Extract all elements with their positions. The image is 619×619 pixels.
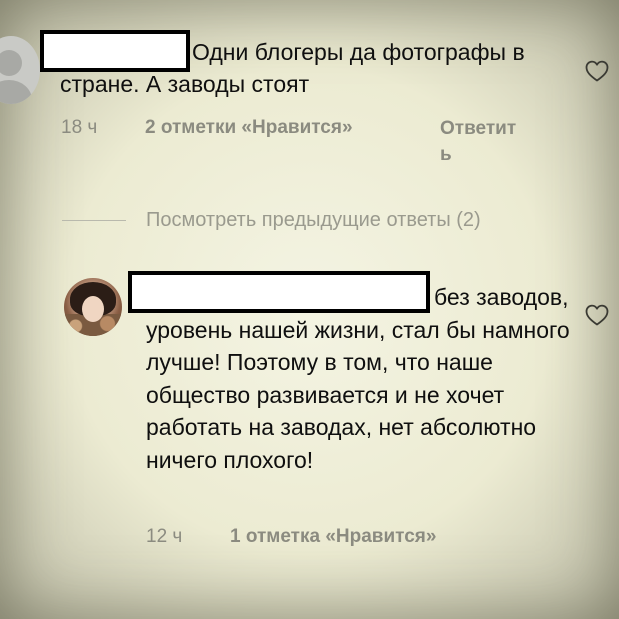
- commenter-1-avatar[interactable]: [0, 36, 40, 104]
- comment-1-timestamp: 18 ч: [61, 117, 98, 138]
- comment-2-likes-count[interactable]: 1 отметка «Нравится»: [230, 526, 436, 548]
- default-profile-icon: [0, 50, 22, 76]
- comment-1-reply-button[interactable]: Ответить: [440, 116, 520, 168]
- heart-outline-icon[interactable]: [585, 304, 609, 326]
- heart-outline-icon[interactable]: [585, 60, 609, 82]
- comment-2-username-redacted[interactable]: [128, 271, 430, 313]
- replies-divider: [62, 220, 126, 221]
- view-previous-replies-link[interactable]: Посмотреть предыдущие ответы (2): [146, 209, 481, 232]
- comment-1-username-redacted[interactable]: [40, 30, 190, 72]
- default-profile-icon-body: [0, 80, 32, 104]
- comment-1-likes-count[interactable]: 2 отметки «Нравится»: [145, 117, 353, 139]
- avatar-photo-face: [82, 296, 104, 322]
- commenter-2-avatar[interactable]: [64, 278, 122, 336]
- comment-2-timestamp: 12 ч: [146, 526, 183, 547]
